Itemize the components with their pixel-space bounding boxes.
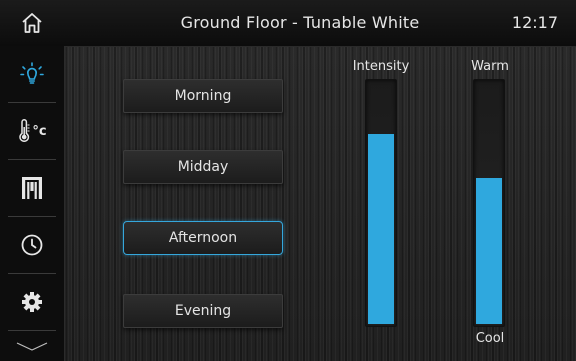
intensity-slider-fill [368,134,394,324]
main-panel: Morning Midday Afternoon Evening Intensi… [65,47,576,361]
warm-label: Warm [471,59,509,74]
page-title: Ground Floor - Tunable White [180,13,420,32]
preset-evening-button[interactable]: Evening [123,294,283,328]
preset-midday-button[interactable]: Midday [123,150,283,184]
intensity-slider[interactable] [365,79,397,327]
blinds-icon [22,177,42,199]
thermometer-icon [19,119,30,142]
header-bar: Ground Floor - Tunable White 12:17 [0,0,576,47]
color-temperature-slider[interactable] [473,79,505,327]
clock-icon [21,234,43,256]
home-icon [22,13,42,33]
color-temperature-slider-fill [476,178,502,324]
light-bulb-icon [20,62,44,84]
preset-afternoon-button[interactable]: Afternoon [123,221,283,255]
preset-morning-button[interactable]: Morning [123,79,283,113]
chevron-down-icon [16,342,48,351]
sidebar-item-settings[interactable] [0,274,64,330]
sidebar-scroll-down[interactable] [0,331,64,361]
cool-label: Cool [475,331,505,346]
temperature-unit-label: °c [32,123,47,139]
sidebar: °c [0,46,65,361]
intensity-label: Intensity [352,59,410,74]
sidebar-item-blinds[interactable] [0,160,64,216]
clock-time: 12:17 [511,13,558,32]
sidebar-item-temperature[interactable]: °c [0,103,64,159]
sidebar-item-schedule[interactable] [0,217,64,273]
gear-icon [22,292,42,312]
home-button[interactable] [8,6,56,40]
sidebar-item-lighting[interactable] [0,46,64,102]
